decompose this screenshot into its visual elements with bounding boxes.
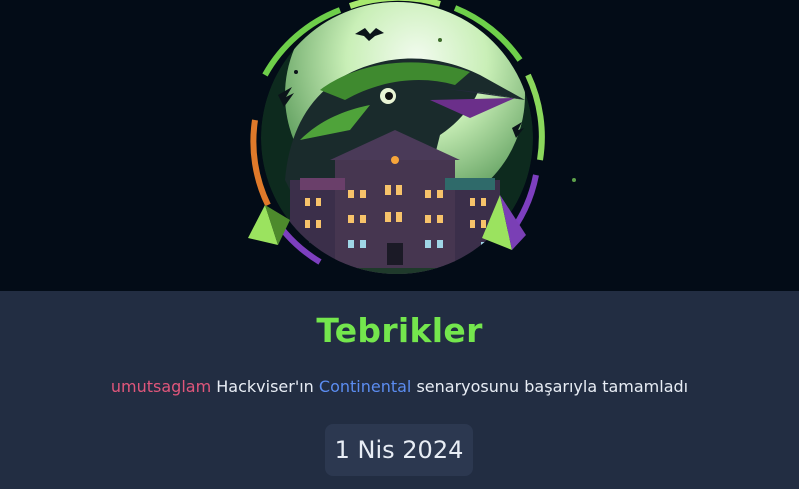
scenario-link[interactable]: Continental: [319, 377, 411, 396]
completion-content: Tebrikler umutsaglam Hackviser'ın Contin…: [0, 291, 799, 489]
scenario-banner: [0, 0, 799, 291]
completion-message: umutsaglam Hackviser'ın Continental sena…: [0, 377, 799, 396]
raven-mansion-badge-icon: [248, 0, 576, 274]
congrats-title: Tebrikler: [316, 311, 483, 350]
username-link[interactable]: umutsaglam: [111, 377, 211, 396]
completion-date-badge: 1 Nis 2024: [325, 424, 473, 476]
completion-suffix: senaryosunu başarıyla tamamladı: [416, 377, 689, 396]
completion-card: Tebrikler umutsaglam Hackviser'ın Contin…: [0, 0, 799, 489]
platform-text: Hackviser'ın: [216, 377, 314, 396]
